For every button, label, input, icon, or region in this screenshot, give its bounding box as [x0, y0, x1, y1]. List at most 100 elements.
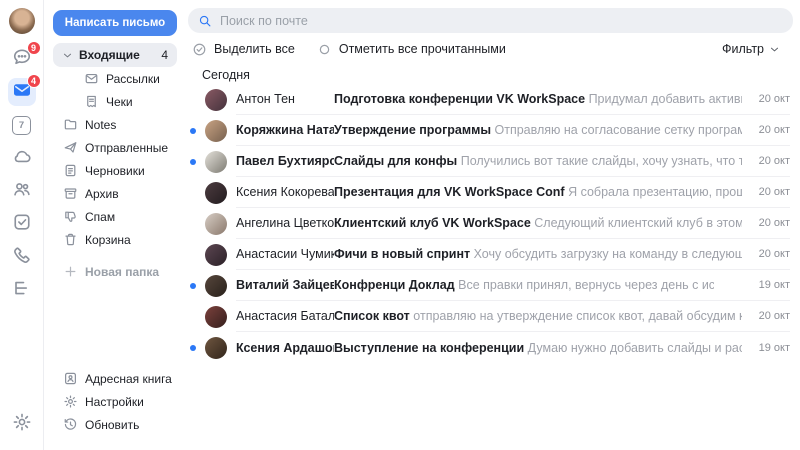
receipt-icon [84, 94, 99, 109]
email-subject: Конфренци Доклад [334, 278, 455, 292]
sidebar-item-inbox[interactable]: Входящие 4 [53, 43, 177, 67]
sender-name: Анастасии Чумик [236, 247, 334, 261]
app-rail: 9 4 7 [0, 0, 44, 450]
mail-badge: 4 [27, 74, 41, 88]
email-date: 20 окт [748, 186, 790, 198]
email-date: 19 окт [748, 342, 790, 354]
email-snippet: Думаю нужно добавить слайды и рассказать… [528, 341, 742, 355]
email-snippet: Следующий клиентский клуб в этом году в … [534, 216, 742, 230]
email-row[interactable]: Анастасия Баталова Список квот отправляю… [186, 301, 800, 332]
rail-settings-button[interactable] [8, 410, 36, 438]
sidebar-item-draft[interactable]: Черновики [53, 159, 181, 182]
plus-icon [63, 264, 78, 279]
sender-name: Виталий Зайцев [236, 278, 334, 292]
flag-icon [317, 278, 329, 292]
email-date: 19 окт [748, 279, 790, 291]
email-snippet: Отправляю на согласование сетку программ… [495, 123, 742, 137]
mark-all-read-button[interactable]: Отметить все прочитанными [317, 42, 506, 57]
gear-icon [12, 412, 32, 437]
email-snippet: Все правки принял, вернусь через день с … [458, 278, 714, 292]
cloud-button[interactable] [8, 144, 36, 172]
contacts-button[interactable] [8, 177, 36, 205]
calls-button[interactable] [8, 243, 36, 271]
email-list: Антон Тен Подготовка конференции VK Work… [186, 84, 800, 363]
sender-name: Антон Тен [236, 92, 334, 106]
date-section-label: Сегодня [202, 68, 250, 82]
filter-button[interactable]: Фильтр [722, 42, 780, 56]
folder-icon [63, 117, 78, 132]
attachment-icon [722, 278, 736, 292]
email-subject: Слайды для конфы [334, 154, 457, 168]
sender-avatar[interactable] [205, 275, 227, 297]
calendar-button[interactable]: 7 [8, 111, 36, 139]
trash-icon [63, 232, 78, 247]
search-icon [198, 14, 212, 28]
sidebar-bottom-links: Адресная книга Настройки Обновить [53, 367, 172, 436]
mail-main: Выделить все Отметить все прочитанными Ф… [186, 0, 800, 450]
sidebar-item-refresh[interactable]: Обновить [53, 413, 172, 436]
search-input[interactable] [220, 14, 783, 28]
list-toolbar: Выделить все Отметить все прочитанными Ф… [192, 40, 780, 58]
ring-icon [317, 42, 332, 57]
sender-avatar[interactable] [205, 151, 227, 173]
unread-dot [190, 345, 196, 351]
email-row[interactable]: Ангелина Цветкова Клиентский клуб VK Wor… [186, 208, 800, 239]
email-snippet: отправляю на утверждение список квот, да… [413, 309, 742, 323]
email-row[interactable]: Ксения Ардашова Выступление на конференц… [186, 332, 800, 363]
tasks-button[interactable] [8, 210, 36, 238]
user-avatar[interactable] [9, 8, 35, 34]
task-check-icon [12, 212, 32, 237]
email-row[interactable]: Виталий Зайцев Конфренци Доклад Все прав… [186, 270, 800, 301]
chevron-down-icon [62, 50, 73, 61]
new-folder-button[interactable]: Новая папка [53, 260, 181, 283]
email-date: 20 окт [748, 217, 790, 229]
email-subject: Выступление на конференции [334, 341, 524, 355]
check-circle-icon [192, 42, 207, 57]
sidebar-item-folder[interactable]: Notes [53, 113, 181, 136]
sender-avatar[interactable] [205, 337, 227, 359]
refresh-icon [63, 417, 78, 432]
sidebar-item-receipt[interactable]: Чеки [53, 90, 181, 113]
sender-avatar[interactable] [205, 244, 227, 266]
mail-button[interactable]: 4 [8, 78, 36, 106]
sidebar-item-settings[interactable]: Настройки [53, 390, 172, 413]
draft-icon [63, 163, 78, 178]
sender-avatar[interactable] [205, 213, 227, 235]
sidebar-item-address-book[interactable]: Адресная книга [53, 367, 172, 390]
email-row[interactable]: Анастасии Чумик Фичи в новый спринт Хочу… [186, 239, 800, 270]
sidebar-item-spam[interactable]: Спам [53, 205, 181, 228]
chat-button[interactable]: 9 [8, 45, 36, 73]
sender-avatar[interactable] [205, 306, 227, 328]
email-subject: Клиентский клуб VK WorkSpace [334, 216, 531, 230]
search-bar[interactable] [188, 8, 793, 33]
sender-name: Анастасия Баталова [236, 309, 334, 323]
address-book-icon [63, 371, 78, 386]
sender-avatar[interactable] [205, 89, 227, 111]
email-snippet: Хочу обсудить загрузку на команду в след… [474, 247, 742, 261]
sidebar-item-trash[interactable]: Корзина [53, 228, 181, 251]
email-snippet: Я собрала презентацию, прошу посмотри се… [568, 185, 742, 199]
select-all-button[interactable]: Выделить все [192, 42, 295, 57]
compose-button[interactable]: Написать письмо [53, 10, 177, 36]
email-snippet: Получились вот такие слайды, хочу узнать… [461, 154, 742, 168]
sender-avatar[interactable] [205, 182, 227, 204]
email-date: 20 окт [748, 93, 790, 105]
email-date: 20 окт [748, 155, 790, 167]
sidebar-item-newsletter[interactable]: Рассылки [53, 67, 181, 90]
sidebar-item-send[interactable]: Отправленные [53, 136, 181, 159]
settings-icon [63, 394, 78, 409]
sender-avatar[interactable] [205, 120, 227, 142]
sidebar-item-archive[interactable]: Архив [53, 182, 181, 205]
email-subject: Подготовка конференции VK WorkSpace [334, 92, 585, 106]
unread-dot [190, 128, 196, 134]
sender-name: Павел Бухтияров [236, 154, 334, 168]
email-date: 20 окт [748, 248, 790, 260]
email-row[interactable]: Ксения Кокорева Презентация для VK WorkS… [186, 177, 800, 208]
chevron-down-icon [769, 44, 780, 55]
email-row[interactable]: Антон Тен Подготовка конференции VK Work… [186, 84, 800, 115]
email-row[interactable]: Павел Бухтияров Слайды для конфы Получил… [186, 146, 800, 177]
email-row[interactable]: Коряжкина Наталья Утверждение программы … [186, 115, 800, 146]
services-button[interactable] [8, 276, 36, 304]
email-subject: Утверждение программы [334, 123, 491, 137]
unread-dot [190, 283, 196, 289]
